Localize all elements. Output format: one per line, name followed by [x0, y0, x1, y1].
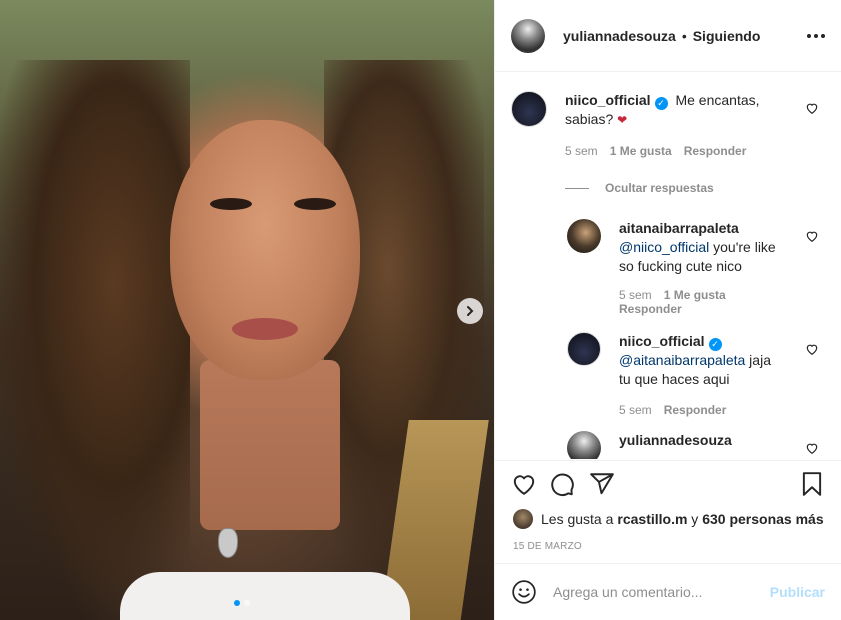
carousel-next-button[interactable]	[457, 298, 483, 324]
photo-lips	[232, 318, 298, 340]
comments-list: niico_official ✓ Me encantas, sabias? ❤ 5…	[495, 73, 841, 459]
likes-count[interactable]: 630 personas más	[702, 511, 823, 527]
comment-emoji: ❤	[617, 113, 628, 127]
likes-prefix: Les gusta a	[541, 511, 614, 527]
more-options-icon[interactable]	[807, 33, 825, 38]
post-side-panel: yuliannadesouza • Siguiendo niico_offici…	[494, 0, 841, 620]
reply-avatar[interactable]	[567, 219, 601, 253]
photo-eye-left	[210, 198, 252, 210]
reply-meta-2: Responder	[619, 302, 799, 316]
reply-text-line1: you're like	[709, 239, 776, 255]
post-date[interactable]: 15 DE MARZO	[513, 541, 582, 552]
heart-icon[interactable]	[511, 471, 537, 497]
post-header: yuliannadesouza • Siguiendo	[495, 0, 841, 72]
reply-mention[interactable]: @aitanaibarrapaleta	[619, 352, 745, 368]
likes-middle: y	[687, 511, 703, 527]
reply-text-line1: jaja	[745, 352, 771, 368]
comment-text-line2: sabias?	[565, 111, 614, 127]
reply-likes[interactable]: 1 Me gusta	[664, 288, 726, 302]
comment-likes[interactable]: 1 Me gusta	[610, 144, 672, 158]
following-button[interactable]: Siguiendo	[693, 28, 761, 44]
bookmark-icon[interactable]	[799, 471, 825, 497]
reply-like-heart-icon[interactable]	[805, 441, 819, 455]
carousel-indicator	[234, 600, 250, 606]
reply-username[interactable]: yuliannadesouza	[619, 432, 732, 448]
verified-badge-icon: ✓	[654, 97, 668, 110]
reply-text-line2: tu que haces aqui	[619, 371, 730, 387]
add-comment-bar: Publicar	[495, 563, 841, 620]
likes-summary: Les gusta a rcastillo.m y 630 personas m…	[513, 509, 824, 529]
comment-reply-button[interactable]: Responder	[684, 144, 747, 158]
reply-mention[interactable]: @niico_official	[619, 239, 709, 255]
reply-reply-button[interactable]: Responder	[619, 302, 682, 316]
author-username[interactable]: yuliannadesouza	[563, 28, 676, 44]
photo-eye-right	[294, 198, 336, 210]
post-photo[interactable]	[0, 0, 494, 620]
reply-item: yuliannadesouza	[567, 431, 732, 459]
action-icons-row	[511, 471, 827, 499]
photo-neck	[200, 360, 340, 530]
reply-item: niico_official ✓ @aitanaibarrapaleta jaja…	[567, 332, 809, 417]
reply-meta: 5 sem Responder	[619, 403, 809, 417]
comment-like-heart-icon[interactable]	[805, 101, 819, 115]
chevron-right-icon	[467, 306, 474, 316]
liker-avatar[interactable]	[513, 509, 533, 529]
commenter-avatar[interactable]	[511, 91, 547, 127]
carousel-dot	[244, 600, 250, 606]
reply-time[interactable]: 5 sem	[619, 288, 652, 302]
reply-username[interactable]: aitanaibarrapaleta	[619, 220, 739, 236]
photo-top	[120, 572, 410, 620]
reply-avatar[interactable]	[567, 332, 601, 366]
reply-reply-button[interactable]: Responder	[664, 403, 727, 417]
reply-item: aitanaibarrapaleta @niico_official you'r…	[567, 219, 799, 316]
reply-username[interactable]: niico_official	[619, 333, 705, 349]
verified-badge-icon: ✓	[708, 338, 722, 351]
publish-button[interactable]: Publicar	[770, 584, 825, 600]
comment-meta: 5 sem 1 Me gusta Responder	[565, 144, 795, 158]
photo-pendant	[218, 528, 238, 558]
reply-meta: 5 sem 1 Me gusta	[619, 288, 799, 302]
carousel-dot-active	[234, 600, 240, 606]
reply-text-line2: so fucking cute nico	[619, 258, 742, 274]
header-separator: •	[681, 27, 687, 44]
photo-hair-left	[0, 60, 190, 620]
reply-like-heart-icon[interactable]	[805, 342, 819, 356]
author-avatar[interactable]	[511, 18, 545, 53]
hide-replies-button[interactable]: Ocultar respuestas	[565, 181, 714, 195]
comment-item: niico_official ✓ Me encantas, sabias? ❤ 5…	[511, 91, 795, 158]
hide-replies-label: Ocultar respuestas	[605, 181, 714, 195]
reply-time[interactable]: 5 sem	[619, 403, 652, 417]
comment-input[interactable]	[553, 584, 763, 600]
emoji-icon[interactable]	[511, 579, 537, 605]
post-actions: Les gusta a rcastillo.m y 630 personas m…	[495, 460, 841, 552]
share-icon[interactable]	[589, 471, 615, 497]
hide-replies-line	[565, 187, 589, 189]
comment-icon[interactable]	[549, 471, 575, 497]
comment-text-line1: Me encantas,	[675, 92, 760, 108]
liker-username[interactable]: rcastillo.m	[617, 511, 687, 527]
reply-avatar[interactable]	[567, 431, 601, 459]
comment-time[interactable]: 5 sem	[565, 144, 598, 158]
reply-like-heart-icon[interactable]	[805, 229, 819, 243]
photo-face	[170, 120, 360, 380]
commenter-username[interactable]: niico_official	[565, 92, 651, 108]
